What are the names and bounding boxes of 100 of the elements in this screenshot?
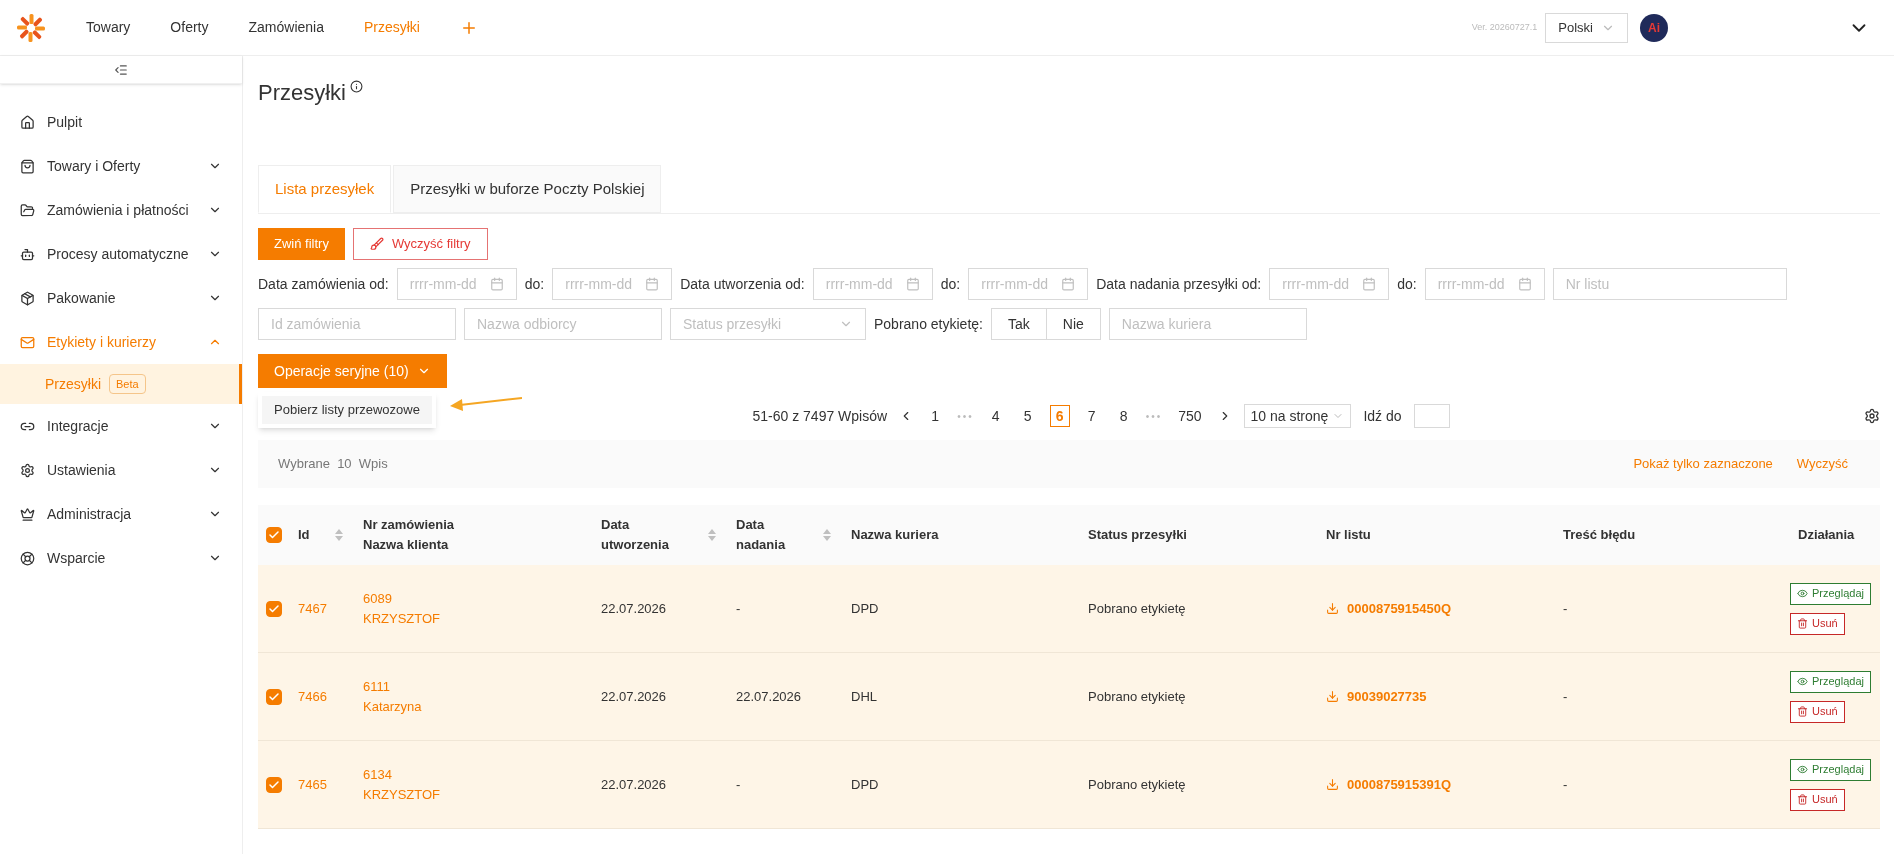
page-link[interactable]: 8 xyxy=(1113,405,1134,427)
table-cell-text: - xyxy=(735,775,742,794)
table-cell-text: Pobrano etykietę xyxy=(1087,687,1187,706)
eye-icon xyxy=(1797,588,1808,599)
view-button[interactable]: Przeglądaj xyxy=(1790,758,1871,781)
page-link[interactable]: 4 xyxy=(985,405,1006,427)
logo-icon xyxy=(16,12,46,43)
toggle-option[interactable]: Nie xyxy=(1046,308,1101,340)
download-icon[interactable] xyxy=(1326,602,1339,615)
envelope-icon xyxy=(20,334,35,350)
checkbox[interactable] xyxy=(266,776,282,793)
page-link[interactable]: 7 xyxy=(1081,405,1102,427)
sidebar-item[interactable]: Pulpit xyxy=(0,100,242,144)
checkbox[interactable] xyxy=(266,600,282,617)
avatar[interactable]: Ai xyxy=(1640,13,1668,42)
sidebar-item[interactable]: Ustawienia xyxy=(0,448,242,492)
table-cell-text: - xyxy=(1562,687,1569,706)
text-field[interactable]: Nazwa kuriera xyxy=(1108,308,1307,340)
sort-icon[interactable] xyxy=(335,529,343,541)
pagination-summary: 51-60 z 7497 Wpisów xyxy=(752,406,888,426)
calendar-icon xyxy=(645,277,660,291)
sort-icon[interactable] xyxy=(708,529,716,541)
text-field[interactable]: Id zamówienia xyxy=(258,308,456,340)
text-field[interactable]: Nr listu xyxy=(1552,268,1787,300)
table-cell-text: - xyxy=(735,599,742,618)
filter-label: Pobrano etykietę: xyxy=(874,314,983,334)
calendar-icon xyxy=(1362,277,1377,291)
text-field[interactable]: Nazwa odbiorcy xyxy=(464,308,662,340)
filter-label: Data utworzenia od: xyxy=(680,274,805,294)
nav-link[interactable]: Towary xyxy=(86,17,131,38)
toggle-option[interactable]: Tak xyxy=(990,308,1047,340)
filter-label: Data nadania przesyłki od: xyxy=(1096,274,1262,294)
page-title: Przesyłki xyxy=(258,79,346,107)
checkbox[interactable] xyxy=(266,688,282,705)
ellipsis: ••• xyxy=(1145,409,1163,424)
sidebar-item[interactable]: Integracje xyxy=(0,404,242,448)
sidebar-item[interactable]: Pakowanie xyxy=(0,276,242,320)
settings-icon[interactable] xyxy=(1864,408,1880,424)
goto-field[interactable] xyxy=(1413,404,1450,428)
nav-link[interactable]: Przesyłki xyxy=(363,17,420,38)
table-cell-text: - xyxy=(1562,599,1569,618)
delete-button[interactable]: Usuń xyxy=(1790,700,1845,723)
download-icon[interactable] xyxy=(1326,690,1339,703)
nav-link[interactable]: Oferty xyxy=(170,17,209,38)
sidebar-item[interactable]: Etykiety i kurierzy xyxy=(0,320,242,364)
pointer-arrow xyxy=(450,396,522,412)
filter-label: do: xyxy=(940,274,961,294)
tab[interactable]: Przesyłki w buforze Poczty Polskiej xyxy=(393,165,662,213)
crown-icon xyxy=(20,506,35,522)
table-cell-text: Pobrano etykietę xyxy=(1087,775,1187,794)
menu-item[interactable]: Pobierz listy przewozowe xyxy=(262,396,432,424)
sort-icon[interactable] xyxy=(823,529,831,541)
view-button[interactable]: Przeglądaj xyxy=(1790,670,1871,693)
column-header[interactable]: Data utworzenia xyxy=(593,515,728,555)
page-link[interactable]: 6 xyxy=(1049,405,1070,427)
collapse-icon[interactable] xyxy=(114,62,128,77)
language-select[interactable]: Polski xyxy=(1545,12,1628,43)
trash-icon xyxy=(1797,794,1808,805)
bag-icon xyxy=(20,158,35,174)
download-icon[interactable] xyxy=(1326,778,1339,791)
table-cell-text: 22.07.2026 xyxy=(735,687,803,706)
checkbox[interactable] xyxy=(266,527,282,543)
page-size-select[interactable]: 10 na stronę xyxy=(1243,404,1352,428)
robot-icon xyxy=(20,246,35,262)
ellipsis: ••• xyxy=(957,409,974,424)
delete-button[interactable]: Usuń xyxy=(1790,612,1845,635)
delete-button[interactable]: Usuń xyxy=(1790,788,1845,811)
column-header: Treść błędu xyxy=(1562,526,1637,544)
nav-link[interactable]: Zamówienia xyxy=(248,17,324,38)
sidebar-item[interactable]: Administracja xyxy=(0,492,242,536)
sidebar-item[interactable]: Zamówienia i płatności xyxy=(0,188,242,232)
calendar-icon xyxy=(905,277,920,291)
sidebar-item[interactable]: Towary i Oferty xyxy=(0,144,242,188)
page-link[interactable]: 1 xyxy=(925,405,946,427)
lifebuoy-icon xyxy=(20,550,35,566)
table-cell-text: DHL xyxy=(850,687,878,706)
calendar-icon xyxy=(489,277,504,291)
tab[interactable]: Lista przesyłek xyxy=(258,165,392,213)
trash-icon xyxy=(1797,618,1808,629)
page-link[interactable]: 5 xyxy=(1017,405,1038,427)
sidebar-item[interactable]: Procesy automatyczne xyxy=(0,232,242,276)
column-header: Nazwa kuriera xyxy=(850,526,940,544)
selection-count: Wybrane 10 Wpis xyxy=(278,455,388,474)
folder-icon xyxy=(20,202,35,218)
column-header[interactable]: Data nadania xyxy=(728,515,843,555)
sidebar-item[interactable]: Wsparcie xyxy=(0,536,242,580)
info-icon[interactable] xyxy=(350,80,363,93)
filter-label: do: xyxy=(1397,274,1417,294)
view-button[interactable]: Przeglądaj xyxy=(1790,582,1871,605)
page-link[interactable]: 750 xyxy=(1174,405,1206,427)
table-cell-text: - xyxy=(1562,775,1569,794)
table-cell-text: 22.07.2026 xyxy=(600,599,668,618)
column-header[interactable]: Id xyxy=(290,525,355,545)
table-cell-text: DPD xyxy=(850,775,880,794)
home-icon xyxy=(20,114,35,130)
calendar-icon xyxy=(1517,277,1532,291)
eye-icon xyxy=(1797,764,1808,775)
column-header: Nr zamówienia Nazwa klienta xyxy=(362,516,456,554)
check-icon xyxy=(268,529,280,541)
clear-filters-button[interactable]: Wyczyść filtry xyxy=(352,228,488,260)
